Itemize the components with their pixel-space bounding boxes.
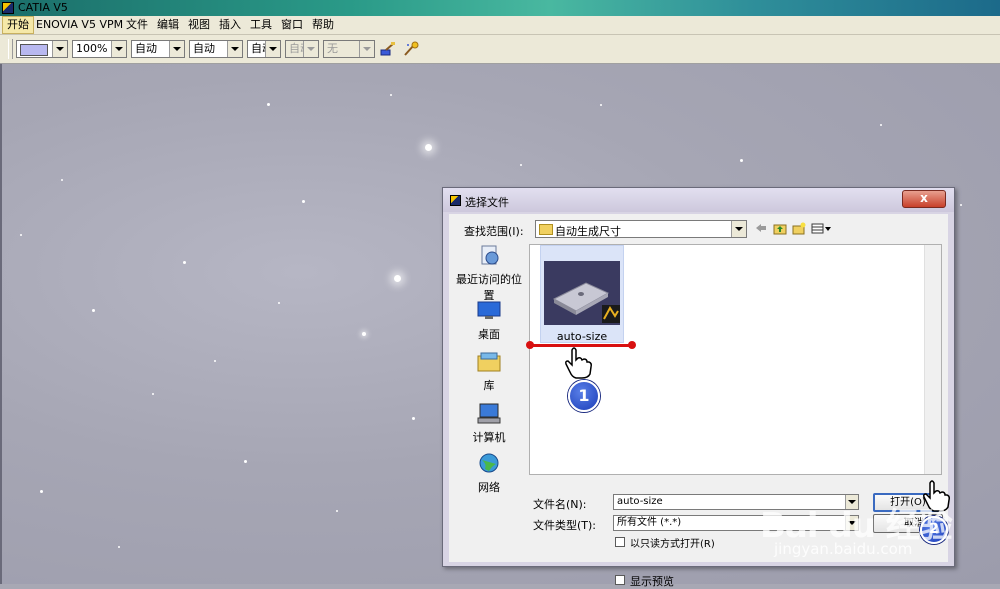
line-thickness-combo[interactable]: 自动 [131,40,185,58]
close-button[interactable]: x [902,190,946,208]
menu-window[interactable]: 窗口 [277,17,307,33]
place-computer[interactable]: 计算机 [455,402,523,445]
paint-brush-icon[interactable] [379,41,397,57]
menu-file[interactable]: 文件 [122,17,152,33]
network-icon [479,453,499,473]
point-symbol-combo[interactable]: 自动 [247,40,281,58]
sparkle [425,144,432,151]
desktop-icon [477,301,501,319]
sparkle [394,275,401,282]
baidu-watermark-url: jingyan.baidu.com [774,540,913,558]
new-folder-icon[interactable] [792,222,806,235]
line-type-combo[interactable]: 自动 [189,40,243,58]
chevron-down-icon[interactable] [227,41,242,57]
step-1-badge: 1 [568,380,600,412]
lookin-combo[interactable]: 自动生成尺寸 [535,220,747,238]
file-name: auto-size [556,330,608,343]
up-folder-icon[interactable] [773,222,787,235]
sparkle [520,164,522,166]
dialog-title: 选择文件 [465,196,509,209]
filetype-label: 文件类型(T): [533,519,597,532]
menu-tools[interactable]: 工具 [246,17,276,33]
chevron-down-icon[interactable] [265,41,280,57]
copy-format-icon[interactable] [402,41,420,57]
sparkle [20,234,22,236]
catia-logo-icon [450,195,461,206]
sparkle [740,159,743,162]
lookin-label: 查找范围(I): [464,225,524,238]
sparkle [40,490,43,493]
sparkle [267,103,270,106]
pointer-hand-icon [565,347,592,379]
sparkle [244,460,247,463]
readonly-checkbox[interactable] [615,537,625,547]
place-recent[interactable]: 最近访问的位置 [455,244,523,303]
sparkle [960,204,962,206]
sparkle [92,309,95,312]
chevron-down-icon[interactable] [52,41,67,57]
chevron-down-icon[interactable] [731,221,746,237]
menubar: 开始 ENOVIA V5 VPM 文件 编辑 视图 插入 工具 窗口 帮助 [0,16,1000,35]
fill-color-combo[interactable] [16,40,68,58]
app-titlebar: CATIA V5 [0,0,1000,16]
recent-places-icon [481,245,499,265]
sparkle [278,302,280,304]
place-desktop[interactable]: 桌面 [455,299,523,342]
filename-label: 文件名(N): [533,498,587,511]
vertical-scrollbar[interactable] [924,245,941,474]
color-swatch [20,44,48,56]
toolbar-grip[interactable] [8,39,13,59]
dialog-titlebar[interactable]: 选择文件 x [443,188,954,212]
sparkle [302,200,305,203]
chevron-down-icon[interactable] [303,41,318,57]
chevron-down-icon[interactable] [111,41,126,57]
sparkle [412,417,415,420]
places-bar: 最近访问的位置 桌面 库 计算机 网络 [455,244,523,494]
library-icon [477,352,501,372]
sparkle [214,360,216,362]
menu-enovia[interactable]: ENOVIA V5 VPM [32,17,127,33]
catia-logo-icon [2,2,14,14]
computer-icon [477,403,501,424]
menu-start[interactable]: 开始 [2,16,34,34]
highlight-dot [628,341,636,349]
sparkle [336,510,338,512]
sparkle [118,546,120,548]
app-title: CATIA V5 [18,1,68,14]
menu-view[interactable]: 视图 [184,17,214,33]
menu-help[interactable]: 帮助 [308,17,338,33]
chevron-down-icon[interactable] [359,41,374,57]
menu-insert[interactable]: 插入 [215,17,245,33]
folder-icon [539,224,553,235]
back-arrow-icon[interactable] [754,222,768,235]
place-libraries[interactable]: 库 [455,350,523,393]
chevron-down-icon[interactable] [169,41,184,57]
menu-edit[interactable]: 编辑 [153,17,183,33]
view-menu-icon[interactable] [811,222,833,235]
catpart-thumbnail-icon [544,261,620,325]
transparency-combo[interactable]: 100% [72,40,127,58]
sparkle [880,124,882,126]
sparkle [600,104,602,106]
sparkle [152,393,154,395]
layer-combo[interactable]: 无 [323,40,375,58]
graphic-properties-toolbar: 100% 自动 自动 自动 自动 无 [0,35,1000,64]
sparkle [362,332,366,336]
highlight-dot [526,341,534,349]
place-network[interactable]: 网络 [455,452,523,495]
sparkle [61,179,63,181]
rendering-style-combo[interactable]: 自动 [285,40,319,58]
file-item-auto-size[interactable]: auto-size [540,245,624,343]
readonly-label: 以只读方式打开(R) [630,539,715,550]
sparkle [183,261,186,264]
preview-label: 显示预览 [630,575,674,588]
sparkle [390,94,392,96]
